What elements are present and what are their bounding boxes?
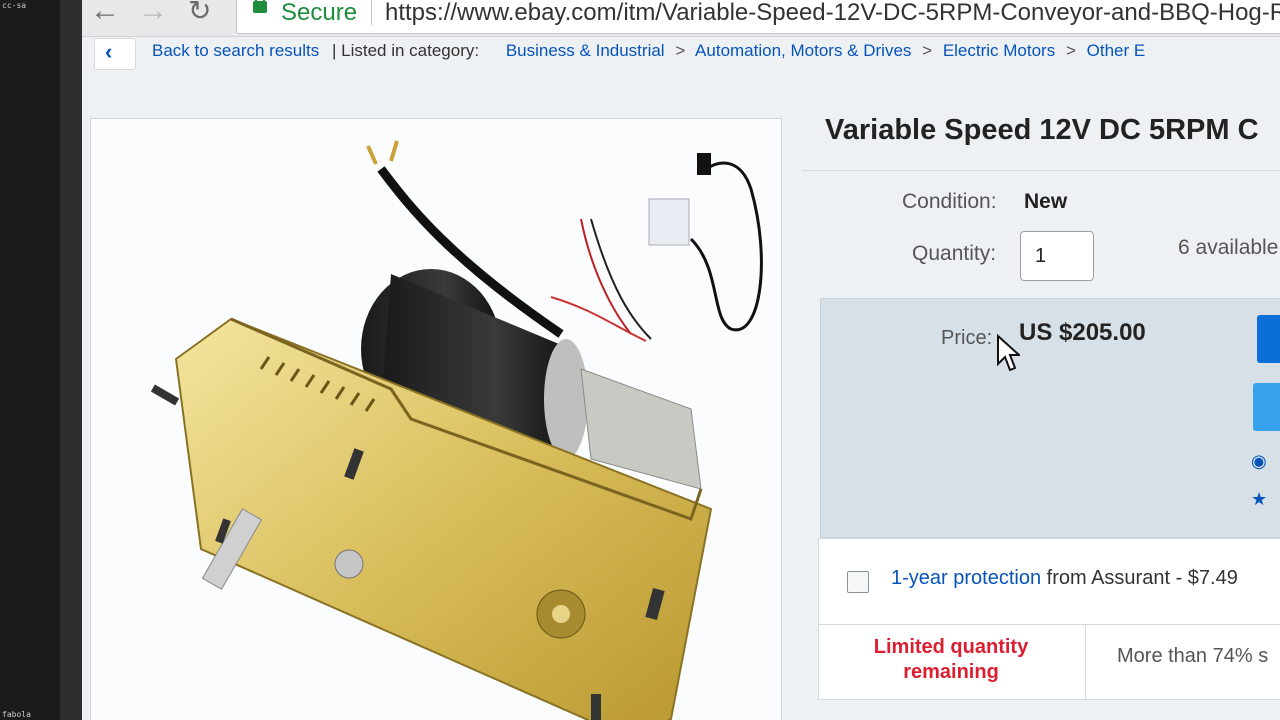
- breadcrumb: Back to search results | Listed in categ…: [152, 41, 1145, 61]
- availability-row: Limited quantity remaining More than 74%…: [818, 624, 1280, 700]
- bezel-strip: [60, 0, 82, 720]
- reload-icon[interactable]: ↻: [188, 0, 211, 27]
- quantity-value: 1: [1035, 245, 1047, 267]
- back-to-results-button[interactable]: ‹: [94, 38, 136, 70]
- title-divider: [802, 170, 1280, 171]
- corner-tag-bottom: fabola: [2, 710, 31, 719]
- protection-plan-row: 1-year protection from Assurant - $7.49: [818, 538, 1280, 626]
- sold-percentage-text: More than 74% s: [1117, 645, 1269, 667]
- protection-text: 1-year protection from Assurant - $7.49: [891, 567, 1238, 590]
- breadcrumb-category-automation[interactable]: Automation, Motors & Drives: [695, 41, 911, 60]
- price-value: US $205.00: [1019, 319, 1146, 346]
- secure-label: Secure: [281, 0, 358, 26]
- monitor-bezel: [0, 0, 82, 720]
- star-icon[interactable]: ★: [1251, 489, 1267, 510]
- url-text[interactable]: https://www.ebay.com/itm/Variable-Speed-…: [385, 0, 1280, 27]
- address-bar[interactable]: Secure https://www.ebay.com/itm/Variable…: [236, 0, 1280, 34]
- quantity-input[interactable]: 1: [1020, 231, 1094, 281]
- add-to-cart-button[interactable]: [1253, 383, 1280, 431]
- price-panel: Price: US $205.00 ◉ ★: [820, 298, 1280, 538]
- buy-it-now-button[interactable]: [1257, 315, 1280, 363]
- back-to-search-link[interactable]: Back to search results: [152, 41, 319, 60]
- breadcrumb-category-other[interactable]: Other E: [1087, 41, 1146, 60]
- condition-value: New: [1024, 190, 1068, 213]
- available-count: 6 available: [1178, 236, 1279, 259]
- breadcrumb-separator: >: [922, 41, 933, 60]
- protection-checkbox[interactable]: [847, 571, 869, 593]
- corner-tag-top: cc-sa: [2, 1, 27, 10]
- limited-quantity-label: Limited quantity remaining: [873, 636, 1029, 683]
- lock-icon: [253, 0, 267, 13]
- breadcrumb-category-business[interactable]: Business & Industrial: [506, 41, 665, 60]
- product-image: [150, 140, 763, 720]
- quantity-label: Quantity:: [912, 242, 997, 265]
- forward-arrow-icon[interactable]: →: [138, 0, 168, 28]
- listing-title: Variable Speed 12V DC 5RPM C: [825, 114, 1259, 146]
- browser-toolbar: ← → ↻ Secure https://www.ebay.com/itm/Va…: [82, 0, 1280, 37]
- address-separator: [371, 0, 372, 25]
- cursor-icon: [997, 334, 1020, 372]
- back-arrow-icon[interactable]: ←: [90, 0, 120, 28]
- availability-divider: [1085, 625, 1086, 699]
- eye-icon[interactable]: ◉: [1251, 451, 1267, 472]
- breadcrumb-separator: >: [675, 41, 686, 60]
- listed-in-label: | Listed in category:: [331, 41, 480, 60]
- chevron-left-icon: ‹: [105, 39, 113, 64]
- protection-provider: from Assurant - $7.49: [1041, 567, 1238, 589]
- breadcrumb-category-electric-motors[interactable]: Electric Motors: [943, 41, 1055, 60]
- price-label: Price:: [941, 327, 993, 349]
- protection-link[interactable]: 1-year protection: [891, 567, 1041, 589]
- browser-screen: ← → ↻ Secure https://www.ebay.com/itm/Va…: [82, 0, 1280, 720]
- condition-label: Condition:: [902, 190, 997, 213]
- breadcrumb-separator: >: [1065, 41, 1076, 60]
- product-image-panel[interactable]: [90, 118, 782, 720]
